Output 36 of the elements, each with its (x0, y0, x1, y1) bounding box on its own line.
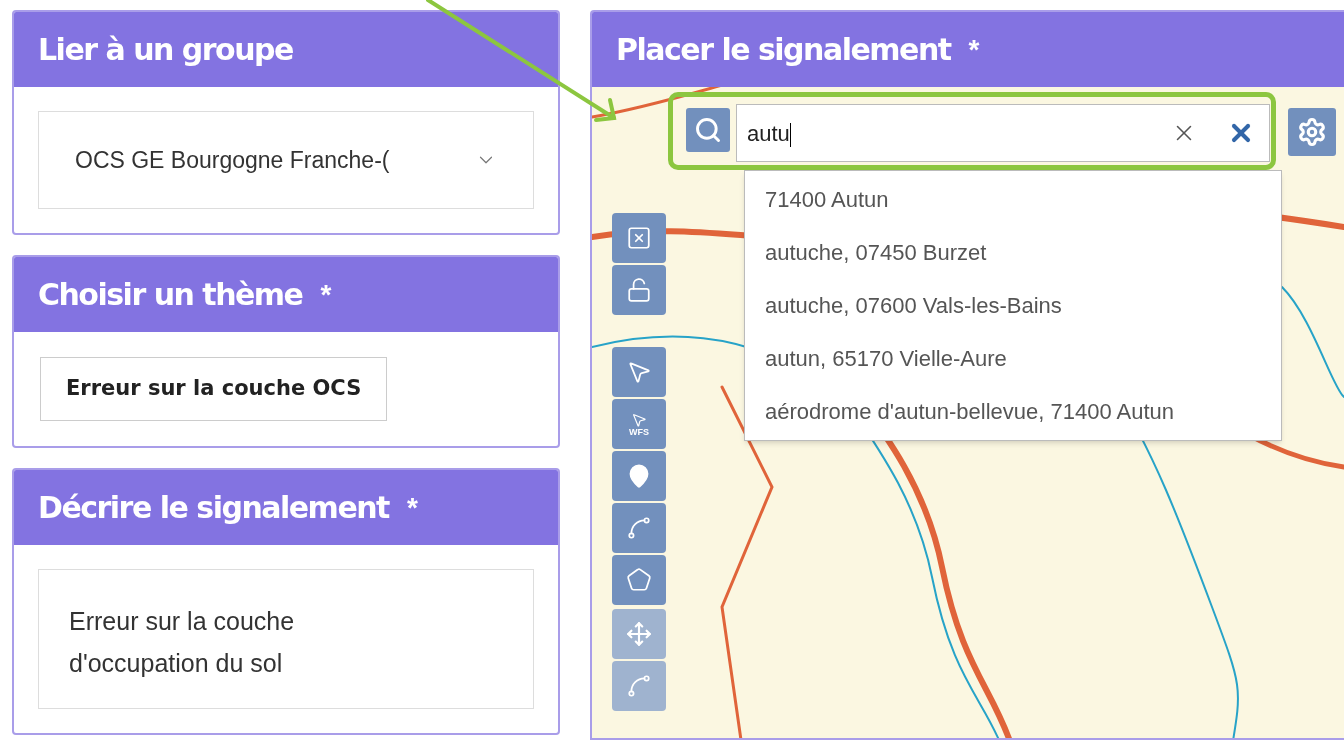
open-lock-icon (626, 277, 652, 303)
description-field[interactable]: Erreur sur la couche d'occupation du sol (38, 569, 534, 709)
suggestion-item[interactable]: aérodrome d'autun-bellevue, 71400 Autun (745, 385, 1281, 438)
panel-title: Lier à un groupe (38, 31, 293, 69)
suggestion-item[interactable]: autuche, 07600 Vals-les-Bains (745, 279, 1281, 332)
settings-icon (1297, 117, 1327, 147)
map-tool-button[interactable] (612, 213, 666, 263)
search-field[interactable]: autu (736, 104, 1270, 162)
cursor-icon (631, 411, 647, 428)
required-asterisk: * (406, 490, 418, 525)
map-tool-button[interactable] (612, 555, 666, 605)
polygon-icon (626, 567, 652, 593)
settings-button[interactable] (1288, 108, 1336, 156)
map-tool-button[interactable] (612, 609, 666, 659)
line-nodes-icon (626, 673, 652, 699)
map-tool-button[interactable] (612, 347, 666, 397)
map-tool-button[interactable] (612, 503, 666, 553)
suggestion-item[interactable]: 71400 Autun (745, 173, 1281, 226)
suggestion-item[interactable]: autun, 65170 Vielle-Aure (745, 332, 1281, 385)
required-asterisk: * (320, 277, 332, 312)
required-asterisk: * (968, 32, 980, 67)
map-tool-button[interactable] (612, 265, 666, 315)
crossed-square-icon (626, 225, 652, 251)
map-tool-button[interactable] (612, 451, 666, 501)
panel-title: Choisir un thème (38, 276, 303, 314)
line-nodes-icon (626, 515, 652, 541)
panel-title: Décrire le signalement (38, 489, 389, 527)
map-view[interactable]: WFS autu 71400 Autun autuche, 07450 Burzet autuche, 07600 Vals-les-Bains autun, 65170 Vielle-Aure aérodrome d'autun-bellevue, 71400 Autun (592, 87, 1344, 738)
suggestion-item[interactable]: autuche, 07450 Burzet (745, 226, 1281, 279)
map-tool-button[interactable] (612, 661, 666, 711)
search-icon (694, 116, 722, 144)
group-select[interactable]: OCS GE Bourgogne Franche-( (38, 111, 534, 209)
theme-button[interactable]: Erreur sur la couche OCS (40, 357, 388, 421)
panel-title: Placer le signalement (616, 31, 951, 69)
move-icon (626, 621, 652, 647)
search-button[interactable] (686, 108, 730, 152)
